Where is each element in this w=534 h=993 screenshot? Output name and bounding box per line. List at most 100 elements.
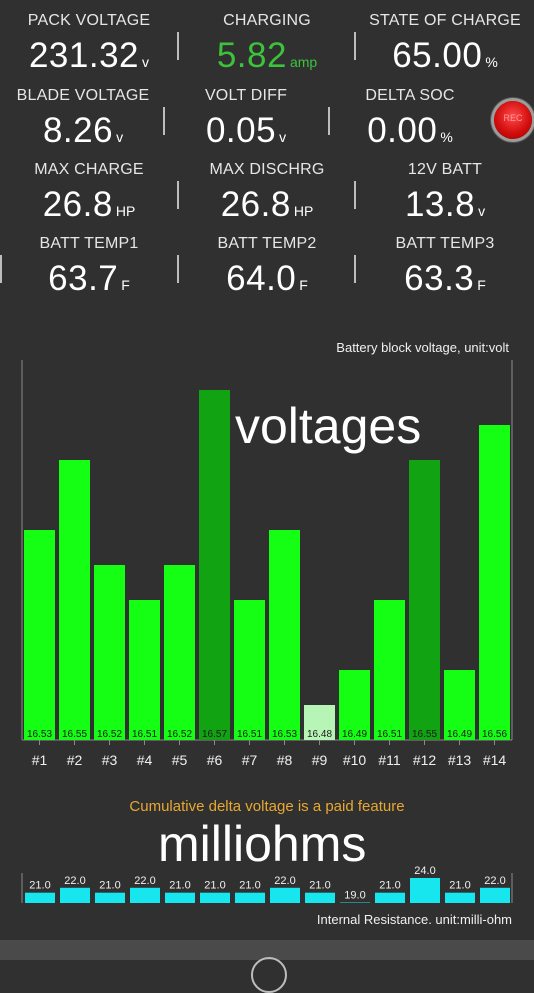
metric-number: 0.05 [206, 111, 276, 150]
x-tick-label: #14 [483, 752, 507, 768]
resistance-bar [410, 878, 440, 903]
voltage-data-label: 16.48 [307, 729, 332, 740]
x-tick-label: #10 [343, 752, 367, 768]
metric-number: 65.00 [392, 36, 482, 75]
metric-batt-temp1: BATT TEMP1 63.7F [0, 235, 178, 299]
resistance-data-label: 21.0 [99, 880, 120, 892]
metric-number: 0.00 [367, 111, 437, 150]
metric-unit: v [142, 54, 149, 70]
metric-unit: v [279, 129, 286, 145]
metric-unit: F [299, 277, 308, 293]
resistance-bar [165, 893, 195, 903]
home-button-icon[interactable] [251, 957, 287, 993]
metric-number: 63.3 [404, 259, 474, 298]
metric-label: MAX CHARGE [0, 161, 178, 179]
metric-label: DELTA SOC [321, 87, 499, 105]
metric-unit: HP [116, 203, 135, 219]
voltage-bar [374, 600, 405, 740]
metric-batt-temp3: BATT TEMP3 63.3F [356, 235, 534, 299]
x-tick-label: #1 [32, 752, 48, 768]
metric-unit: amp [290, 54, 317, 70]
metric-number: 13.8 [405, 185, 475, 224]
resistance-data-label: 21.0 [169, 880, 190, 892]
paid-feature-notice: Cumulative delta voltage is a paid featu… [0, 798, 534, 815]
resistance-bar [60, 888, 90, 903]
resistance-data-label: 19.0 [344, 890, 365, 902]
column-divider [0, 255, 2, 283]
voltage-data-label: 16.52 [167, 729, 192, 740]
metric-delta-soc: DELTA SOC 0.00% [321, 87, 499, 151]
metric-value: 26.8HP [0, 185, 178, 225]
metric-unit: v [116, 129, 123, 145]
voltage-data-label: 16.55 [62, 729, 87, 740]
voltage-bar [129, 600, 160, 740]
metric-unit: HP [294, 203, 313, 219]
voltage-data-label: 16.51 [237, 729, 262, 740]
resistance-data-label: 21.0 [239, 880, 260, 892]
metric-value: 26.8HP [178, 185, 356, 225]
resistance-data-label: 24.0 [414, 865, 435, 877]
metric-label: VOLT DIFF [157, 87, 335, 105]
x-tick-label: #13 [448, 752, 472, 768]
metric-unit: % [440, 129, 452, 145]
metric-value: 8.26v [0, 111, 172, 151]
metric-unit: F [477, 277, 486, 293]
record-button[interactable]: REC [494, 101, 532, 139]
metric-12v-batt: 12V BATT 13.8v [356, 161, 534, 225]
metric-label: PACK VOLTAGE [0, 12, 178, 30]
metric-max-charge: MAX CHARGE 26.8HP [0, 161, 178, 225]
voltage-chart-title: Battery block voltage, unit:volt [336, 340, 509, 355]
voltage-data-label: 16.55 [412, 729, 437, 740]
resistance-bar [235, 893, 265, 903]
metric-label: CHARGING [178, 12, 356, 30]
resistance-bar [95, 893, 125, 903]
voltage-bar [234, 600, 265, 740]
metric-value: 65.00% [356, 36, 534, 76]
metric-label: MAX DISCHRG [178, 161, 356, 179]
metric-label: BATT TEMP1 [0, 235, 178, 253]
metric-label: BATT TEMP3 [356, 235, 534, 253]
resistance-bar [480, 888, 510, 903]
metric-value: 64.0F [178, 259, 356, 299]
metric-label: STATE OF CHARGE [356, 12, 534, 30]
metric-value: 63.3F [356, 259, 534, 299]
resistance-bar [445, 893, 475, 903]
voltage-bar [94, 565, 125, 740]
metric-number: 231.32 [29, 36, 139, 75]
metric-unit: F [121, 277, 130, 293]
resistance-bar-chart: 21.022.021.022.021.021.021.022.021.019.0… [0, 855, 534, 907]
voltage-data-label: 16.57 [202, 729, 227, 740]
metric-number: 26.8 [221, 185, 291, 224]
column-divider [163, 107, 165, 135]
x-tick-label: #9 [312, 752, 328, 768]
resistance-data-label: 21.0 [204, 880, 225, 892]
voltage-bar [24, 530, 55, 740]
voltage-bar [199, 390, 230, 740]
metric-state-of-charge: STATE OF CHARGE 65.00% [356, 12, 534, 76]
metrics-panel: PACK VOLTAGE 231.32v CHARGING 5.82amp ST… [0, 0, 534, 310]
x-tick-label: #8 [277, 752, 293, 768]
resistance-bar [270, 888, 300, 903]
voltage-data-label: 16.53 [27, 729, 52, 740]
voltage-data-label: 16.53 [272, 729, 297, 740]
metric-unit: v [478, 203, 485, 219]
voltage-data-label: 16.49 [342, 729, 367, 740]
resistance-data-label: 21.0 [379, 880, 400, 892]
metric-label: BATT TEMP2 [178, 235, 356, 253]
metric-label: 12V BATT [356, 161, 534, 179]
metric-unit: % [485, 54, 497, 70]
resistance-bar [375, 893, 405, 903]
x-tick-label: #4 [137, 752, 153, 768]
resistance-bar [25, 893, 55, 903]
x-tick-label: #5 [172, 752, 188, 768]
resistance-data-label: 22.0 [134, 875, 155, 887]
x-tick-label: #6 [207, 752, 223, 768]
metric-value: 13.8v [356, 185, 534, 225]
metric-value: 0.00% [321, 111, 499, 151]
voltage-bar [164, 565, 195, 740]
column-divider [354, 255, 356, 283]
voltage-bar [409, 460, 440, 740]
resistance-bar [200, 893, 230, 903]
metric-value: 231.32v [0, 36, 178, 76]
metric-batt-temp2: BATT TEMP2 64.0F [178, 235, 356, 299]
